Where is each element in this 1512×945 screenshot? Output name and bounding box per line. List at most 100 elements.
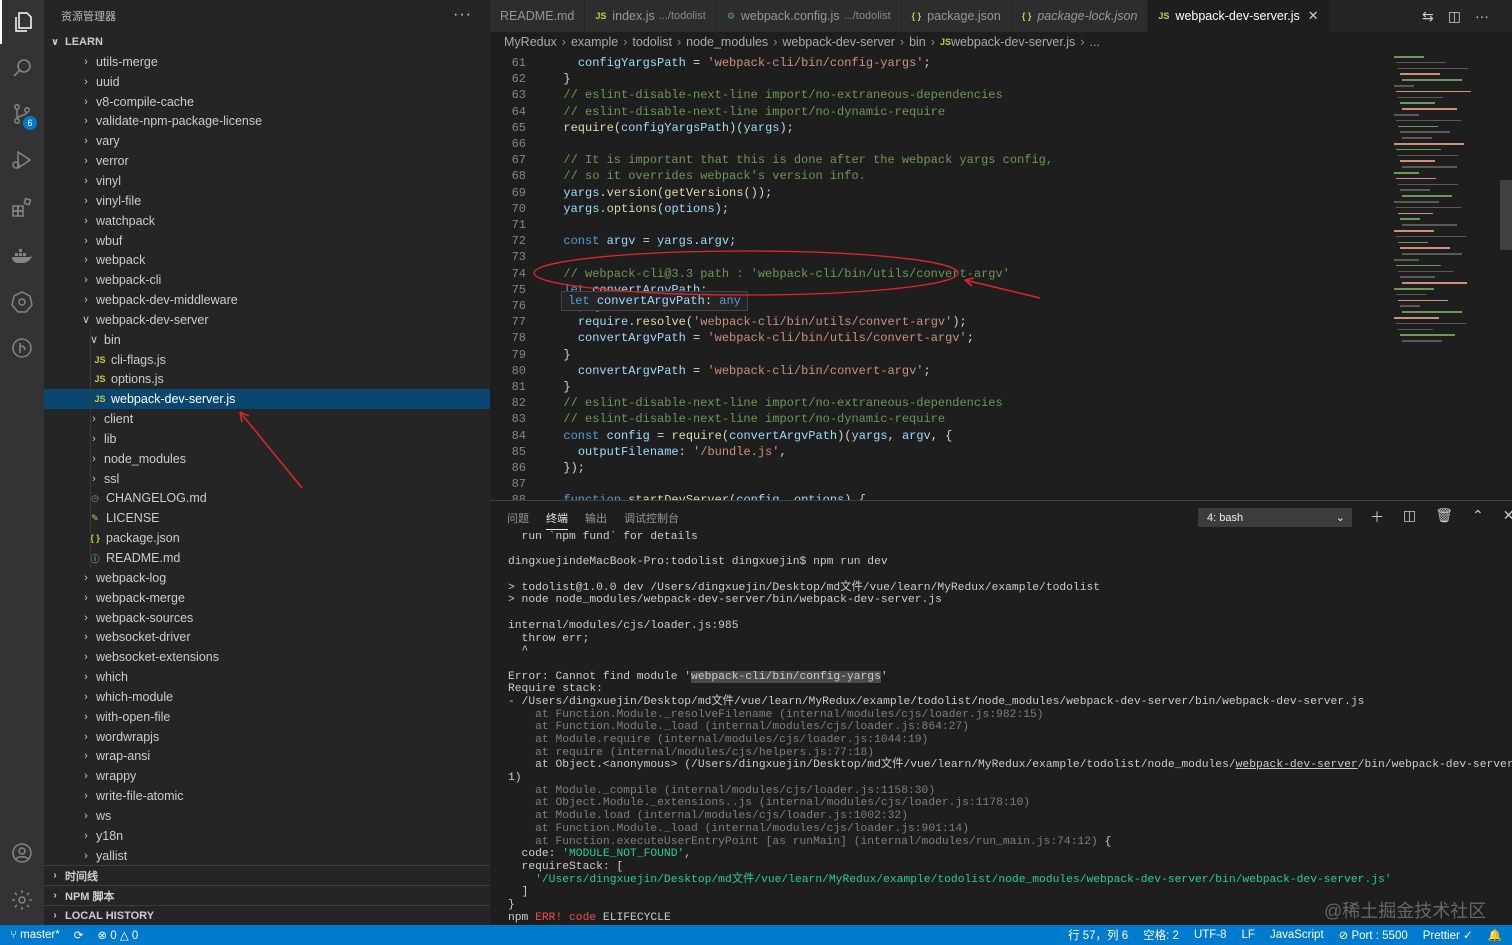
workspace-section-header[interactable]: ∨ LEARN (44, 32, 490, 52)
editor-scrollbar-thumb[interactable] (1500, 180, 1512, 250)
open-changes-icon[interactable]: ⇆ (1422, 8, 1434, 25)
tree-item[interactable]: › ssl (44, 469, 490, 489)
tree-item[interactable]: JS cli-flags.js (44, 350, 490, 370)
tree-item[interactable]: › which (44, 667, 490, 687)
close-tab-icon[interactable]: ✕ (1308, 8, 1319, 24)
editor-tab[interactable]: JS webpack-dev-server.js ✕ (1148, 0, 1330, 32)
branch-indicator[interactable]: ⑂ master* (10, 929, 60, 941)
tree-item[interactable]: › wbuf (44, 231, 490, 251)
tree-item[interactable]: › yallist (44, 846, 490, 864)
tree-item[interactable]: › webpack-sources (44, 608, 490, 628)
breadcrumb-item[interactable]: todolist (632, 35, 672, 49)
panel-tab[interactable]: 调试控制台 (624, 510, 679, 530)
tree-item[interactable]: › lib (44, 429, 490, 449)
panel-tab[interactable]: 问题 (507, 510, 529, 530)
maximize-panel-icon[interactable]: ⌃ (1472, 507, 1484, 527)
timeline-section[interactable]: › 时间线 (44, 865, 490, 885)
breadcrumb-item[interactable]: node_modules (686, 35, 768, 49)
editor-scrollbar[interactable] (1500, 52, 1512, 500)
tree-item[interactable]: › v8-compile-cache (44, 92, 490, 112)
local-history-section[interactable]: › LOCAL HISTORY (44, 905, 490, 925)
terminal-select[interactable]: 4: bash ⌄ (1198, 508, 1352, 527)
extensions-icon[interactable] (0, 186, 44, 230)
tree-item[interactable]: › with-open-file (44, 707, 490, 727)
problems-indicator[interactable]: ⊗ 0 △ 0 (97, 928, 138, 942)
tree-item[interactable]: JS webpack-dev-server.js (44, 389, 490, 410)
tree-item[interactable]: › wordwrapjs (44, 727, 490, 747)
source-control-icon[interactable]: 6 (0, 92, 44, 136)
tree-item[interactable]: › webpack-log (44, 568, 490, 588)
tree-item[interactable]: › utils-merge (44, 52, 490, 72)
split-terminal-icon[interactable]: ◫ (1403, 507, 1416, 527)
tree-item[interactable]: › webpack-dev-middleware (44, 290, 490, 310)
tree-item[interactable]: › websocket-driver (44, 627, 490, 647)
breadcrumb-item[interactable]: webpack-dev-server (782, 35, 895, 49)
search-icon[interactable] (0, 46, 44, 90)
new-terminal-icon[interactable]: ＋ (1370, 507, 1384, 527)
explorer-icon[interactable] (0, 0, 44, 44)
tree-item[interactable]: › vinyl (44, 171, 490, 191)
tree-item[interactable]: › vinyl-file (44, 191, 490, 211)
tree-item[interactable]: › webpack (44, 250, 490, 270)
more-editor-actions-icon[interactable]: ··· (1475, 8, 1489, 24)
editor-tab[interactable]: { } package-lock.json (1011, 0, 1149, 32)
end-of-line[interactable]: LF (1242, 929, 1255, 941)
terminal-output[interactable]: run `npm fund` for details dingxuejindeMa… (508, 531, 1512, 924)
tree-item[interactable]: › verror (44, 151, 490, 171)
minimap[interactable] (1390, 52, 1500, 500)
sync-icon[interactable]: ⟳ (74, 928, 84, 942)
more-actions-icon[interactable]: ··· (453, 6, 472, 24)
kubernetes-icon[interactable] (0, 280, 44, 324)
breadcrumb-item[interactable]: example (571, 35, 618, 49)
breadcrumb-item[interactable]: bin (909, 35, 926, 49)
tree-item[interactable]: ✎ LICENSE (44, 508, 490, 528)
notifications-icon[interactable]: 🔔 (1488, 928, 1502, 942)
tree-item[interactable]: › which-module (44, 687, 490, 707)
git-history-icon[interactable] (0, 326, 44, 370)
tree-item[interactable]: ∨ webpack-dev-server (44, 310, 490, 330)
encoding[interactable]: UTF-8 (1194, 929, 1227, 941)
trash-icon[interactable]: 🗑 (1435, 507, 1453, 527)
tree-item[interactable]: JS options.js (44, 370, 490, 390)
panel-tab[interactable]: 输出 (585, 510, 607, 530)
npm-scripts-section[interactable]: › NPM 脚本 (44, 885, 490, 905)
editor-tab[interactable]: ⚙ webpack.config.js .../todolist (716, 0, 902, 32)
tree-item[interactable]: › wrap-ansi (44, 747, 490, 767)
editor-tab[interactable]: JS index.js .../todolist (585, 0, 717, 32)
tree-item[interactable]: › uuid (44, 72, 490, 92)
tree-item[interactable]: › write-file-atomic (44, 786, 490, 806)
tree-item[interactable]: › vary (44, 131, 490, 151)
tree-item[interactable]: { } package.json (44, 528, 490, 548)
tree-item[interactable]: › websocket-extensions (44, 647, 490, 667)
docker-icon[interactable] (0, 234, 44, 278)
indentation[interactable]: 空格: 2 (1143, 927, 1179, 943)
tree-item[interactable]: › y18n (44, 826, 490, 846)
tree-item[interactable]: › wrappy (44, 766, 490, 786)
breadcrumb-item[interactable]: webpack-dev-server.js (951, 35, 1075, 49)
tree-item[interactable]: ⓘ README.md (44, 548, 490, 568)
accounts-icon[interactable] (0, 831, 44, 875)
settings-gear-icon[interactable] (0, 878, 44, 922)
editor-tab[interactable]: README.md (490, 0, 586, 32)
tree-item[interactable]: › ws (44, 806, 490, 826)
breadcrumb-item[interactable]: ... (1089, 35, 1099, 49)
live-server-port[interactable]: ⊘ Port : 5500 (1339, 928, 1408, 942)
language-mode[interactable]: JavaScript (1270, 929, 1324, 941)
breadcrumb-item[interactable]: MyRedux (504, 35, 557, 49)
tree-item[interactable]: › webpack-cli (44, 270, 490, 290)
cursor-position[interactable]: 行 57，列 6 (1068, 927, 1128, 943)
editor-tab[interactable]: { } package.json (901, 0, 1012, 32)
tree-item[interactable]: › node_modules (44, 449, 490, 469)
run-debug-icon[interactable] (0, 138, 44, 182)
close-panel-icon[interactable]: ✕ (1503, 507, 1512, 527)
tree-item[interactable]: ∨ bin (44, 330, 490, 350)
tree-item[interactable]: › watchpack (44, 211, 490, 231)
tree-item[interactable]: › validate-npm-package-license (44, 112, 490, 132)
split-editor-icon[interactable]: ◫ (1448, 8, 1461, 25)
tree-item[interactable]: ◷ CHANGELOG.md (44, 489, 490, 509)
panel-tab[interactable]: 终端 (546, 510, 568, 530)
tree-item[interactable]: › webpack-merge (44, 588, 490, 608)
prettier-status[interactable]: Prettier ✓ (1423, 928, 1473, 942)
tree-item[interactable]: › client (44, 409, 490, 429)
code-editor[interactable]: 61 configYargsPath = 'webpack-cli/bin/co… (490, 52, 1390, 500)
